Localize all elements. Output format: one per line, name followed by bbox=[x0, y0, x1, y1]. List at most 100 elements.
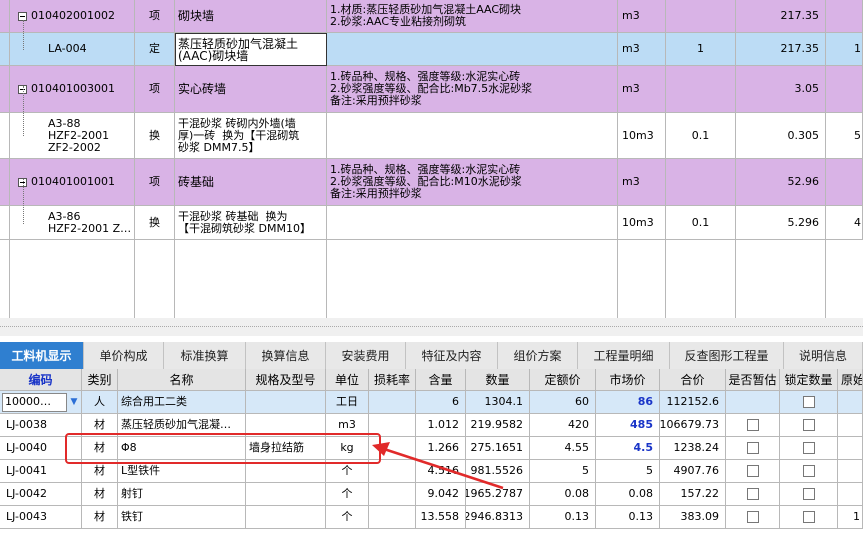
spec-cell[interactable] bbox=[246, 391, 326, 414]
lock-qty-checkbox[interactable] bbox=[802, 442, 815, 454]
col-is-estimate[interactable]: 是否暂估 bbox=[726, 369, 780, 391]
name-cell[interactable]: 实心砖墙 bbox=[175, 66, 327, 113]
market-price-cell[interactable]: 5 bbox=[596, 460, 660, 483]
code-combo-value[interactable]: 10000… bbox=[2, 392, 67, 412]
code-cell[interactable]: LJ-0043 bbox=[0, 506, 82, 529]
code-cell[interactable]: A3-86 HZF2-2001 Z… bbox=[10, 206, 135, 240]
code-cell[interactable]: LJ-0042 bbox=[0, 483, 82, 506]
col-unit[interactable]: 单位 bbox=[326, 369, 369, 391]
code-combo[interactable]: 10000… ▼ bbox=[0, 391, 81, 413]
tab-standard-conversion[interactable]: 标准换算 bbox=[164, 342, 246, 369]
estimate-checkbox[interactable] bbox=[746, 419, 759, 431]
name-cell[interactable]: 干混砂浆 砖砌内外墙(墙 厚)一砖 换为【干混砌筑 砂浆 DMM7.5】 bbox=[175, 113, 327, 159]
lock-qty-cell[interactable] bbox=[780, 506, 838, 529]
market-price-cell[interactable]: 485 bbox=[596, 414, 660, 437]
tab-installation-fee[interactable]: 安装费用 bbox=[326, 342, 406, 369]
col-loss-rate[interactable]: 损耗率 bbox=[369, 369, 416, 391]
market-price-cell[interactable]: 86 bbox=[596, 391, 660, 414]
feature-cell[interactable] bbox=[327, 113, 618, 159]
col-quota-price[interactable]: 定额价 bbox=[530, 369, 596, 391]
col-code[interactable]: 编码 bbox=[0, 369, 82, 391]
code-cell[interactable]: 010401003001 bbox=[10, 66, 135, 113]
code-cell[interactable]: 010401001001 bbox=[10, 159, 135, 206]
col-market-price[interactable]: 市场价 bbox=[596, 369, 660, 391]
name-cell[interactable]: 射钉 bbox=[118, 483, 246, 506]
col-category[interactable]: 类别 bbox=[82, 369, 118, 391]
qty-expr-cell[interactable]: 0.1 bbox=[666, 113, 736, 159]
name-edit-cell[interactable]: 蒸压轻质砂加气混凝土 (AAC)砌块墙 bbox=[175, 33, 327, 66]
lock-qty-checkbox[interactable] bbox=[802, 396, 815, 408]
bill-row[interactable]: A3-88 HZF2-2001 ZF2-2002 换 干混砂浆 砖砌内外墙(墙 … bbox=[0, 113, 863, 159]
feature-cell[interactable] bbox=[327, 206, 618, 240]
feature-cell[interactable]: 1.材质:蒸压轻质砂加气混凝土AAC砌块 2.砂浆:AAC专业粘接剂砌筑 bbox=[327, 0, 618, 33]
col-name[interactable]: 名称 bbox=[118, 369, 246, 391]
tab-pricing-scheme[interactable]: 组价方案 bbox=[498, 342, 578, 369]
feature-cell[interactable]: 1.砖品种、规格、强度等级:水泥实心砖 2.砂浆强度等级、配合比:M10水泥砂浆… bbox=[327, 159, 618, 206]
estimate-checkbox[interactable] bbox=[746, 488, 759, 500]
chevron-down-icon[interactable]: ▼ bbox=[67, 396, 81, 408]
estimate-cell[interactable] bbox=[726, 414, 780, 437]
resource-row[interactable]: 10000… ▼ 人综合用工二类 工日 6 1304.1 60 86 112152.6 bbox=[0, 391, 863, 414]
spec-cell[interactable] bbox=[246, 506, 326, 529]
lock-qty-cell[interactable] bbox=[780, 437, 838, 460]
tab-conversion-info[interactable]: 换算信息 bbox=[246, 342, 326, 369]
estimate-cell[interactable] bbox=[726, 460, 780, 483]
name-cell[interactable]: 铁钉 bbox=[118, 506, 246, 529]
tab-quantity-details[interactable]: 工程量明细 bbox=[578, 342, 670, 369]
bill-row-selected[interactable]: LA-004 定 蒸压轻质砂加气混凝土 (AAC)砌块墙 m3 1 217.35… bbox=[0, 33, 863, 66]
lock-qty-checkbox[interactable] bbox=[802, 419, 815, 431]
col-total[interactable]: 合价 bbox=[660, 369, 726, 391]
code-cell[interactable]: A3-88 HZF2-2001 ZF2-2002 bbox=[10, 113, 135, 159]
estimate-checkbox[interactable] bbox=[746, 442, 759, 454]
qty-expr-cell[interactable] bbox=[666, 66, 736, 113]
feature-cell[interactable] bbox=[327, 33, 618, 66]
tab-labor-material-machine[interactable]: 工料机显示 bbox=[0, 342, 84, 369]
unit-cell[interactable]: 个 bbox=[326, 483, 369, 506]
lock-qty-checkbox[interactable] bbox=[802, 465, 815, 477]
qty-expr-cell[interactable] bbox=[666, 159, 736, 206]
bill-row[interactable]: 010401003001 项 实心砖墙 1.砖品种、规格、强度等级:水泥实心砖 … bbox=[0, 66, 863, 113]
loss-rate-cell[interactable] bbox=[369, 506, 416, 529]
content-cell[interactable]: 1.012 bbox=[416, 414, 466, 437]
estimate-cell[interactable] bbox=[726, 483, 780, 506]
name-cell[interactable]: 砌块墙 bbox=[175, 0, 327, 33]
name-cell[interactable]: 干混砂浆 砖基础 换为 【干混砌筑砂浆 DMM10】 bbox=[175, 206, 327, 240]
content-cell[interactable]: 13.558 bbox=[416, 506, 466, 529]
bill-row[interactable]: 010401001001 项 砖基础 1.砖品种、规格、强度等级:水泥实心砖 2… bbox=[0, 159, 863, 206]
quantity-cell[interactable]: 2946.8313 bbox=[466, 506, 530, 529]
splitter-grip[interactable] bbox=[0, 326, 863, 329]
unit-cell[interactable]: 工日 bbox=[326, 391, 369, 414]
bill-row[interactable]: A3-86 HZF2-2001 Z… 换 干混砂浆 砖基础 换为 【干混砌筑砂浆… bbox=[0, 206, 863, 240]
lock-qty-cell[interactable] bbox=[780, 483, 838, 506]
content-cell[interactable]: 6 bbox=[416, 391, 466, 414]
code-cell[interactable]: LA-004 bbox=[10, 33, 135, 66]
estimate-cell[interactable] bbox=[726, 437, 780, 460]
lock-qty-checkbox[interactable] bbox=[802, 511, 815, 523]
lock-qty-cell[interactable] bbox=[780, 414, 838, 437]
loss-rate-cell[interactable] bbox=[369, 391, 416, 414]
lock-qty-checkbox[interactable] bbox=[802, 488, 815, 500]
market-price-cell[interactable]: 0.13 bbox=[596, 506, 660, 529]
lock-qty-cell[interactable] bbox=[780, 391, 838, 414]
tab-reverse-lookup[interactable]: 反查图形工程量 bbox=[670, 342, 784, 369]
market-price-cell[interactable]: 4.5 bbox=[596, 437, 660, 460]
tab-features-content[interactable]: 特征及内容 bbox=[406, 342, 498, 369]
col-lock-qty[interactable]: 锁定数量 bbox=[780, 369, 838, 391]
estimate-cell[interactable] bbox=[726, 506, 780, 529]
lock-qty-cell[interactable] bbox=[780, 460, 838, 483]
estimate-cell[interactable] bbox=[726, 391, 780, 414]
tab-unit-price-composition[interactable]: 单价构成 bbox=[84, 342, 164, 369]
code-cell[interactable]: 010402001002 bbox=[10, 0, 135, 33]
unit-cell[interactable]: 个 bbox=[326, 506, 369, 529]
market-price-cell[interactable]: 0.08 bbox=[596, 483, 660, 506]
qty-expr-cell[interactable]: 0.1 bbox=[666, 206, 736, 240]
quantity-cell[interactable]: 219.9582 bbox=[466, 414, 530, 437]
name-cell[interactable]: 砖基础 bbox=[175, 159, 327, 206]
bill-row[interactable]: 010402001002 项 砌块墙 1.材质:蒸压轻质砂加气混凝土AAC砌块 … bbox=[0, 0, 863, 33]
col-original[interactable]: 原始 bbox=[838, 369, 863, 391]
spec-cell[interactable] bbox=[246, 483, 326, 506]
feature-cell[interactable]: 1.砖品种、规格、强度等级:水泥实心砖 2.砂浆强度等级、配合比:Mb7.5水泥… bbox=[327, 66, 618, 113]
qty-expr-cell[interactable] bbox=[666, 0, 736, 33]
quantity-cell[interactable]: 1304.1 bbox=[466, 391, 530, 414]
col-spec[interactable]: 规格及型号 bbox=[246, 369, 326, 391]
